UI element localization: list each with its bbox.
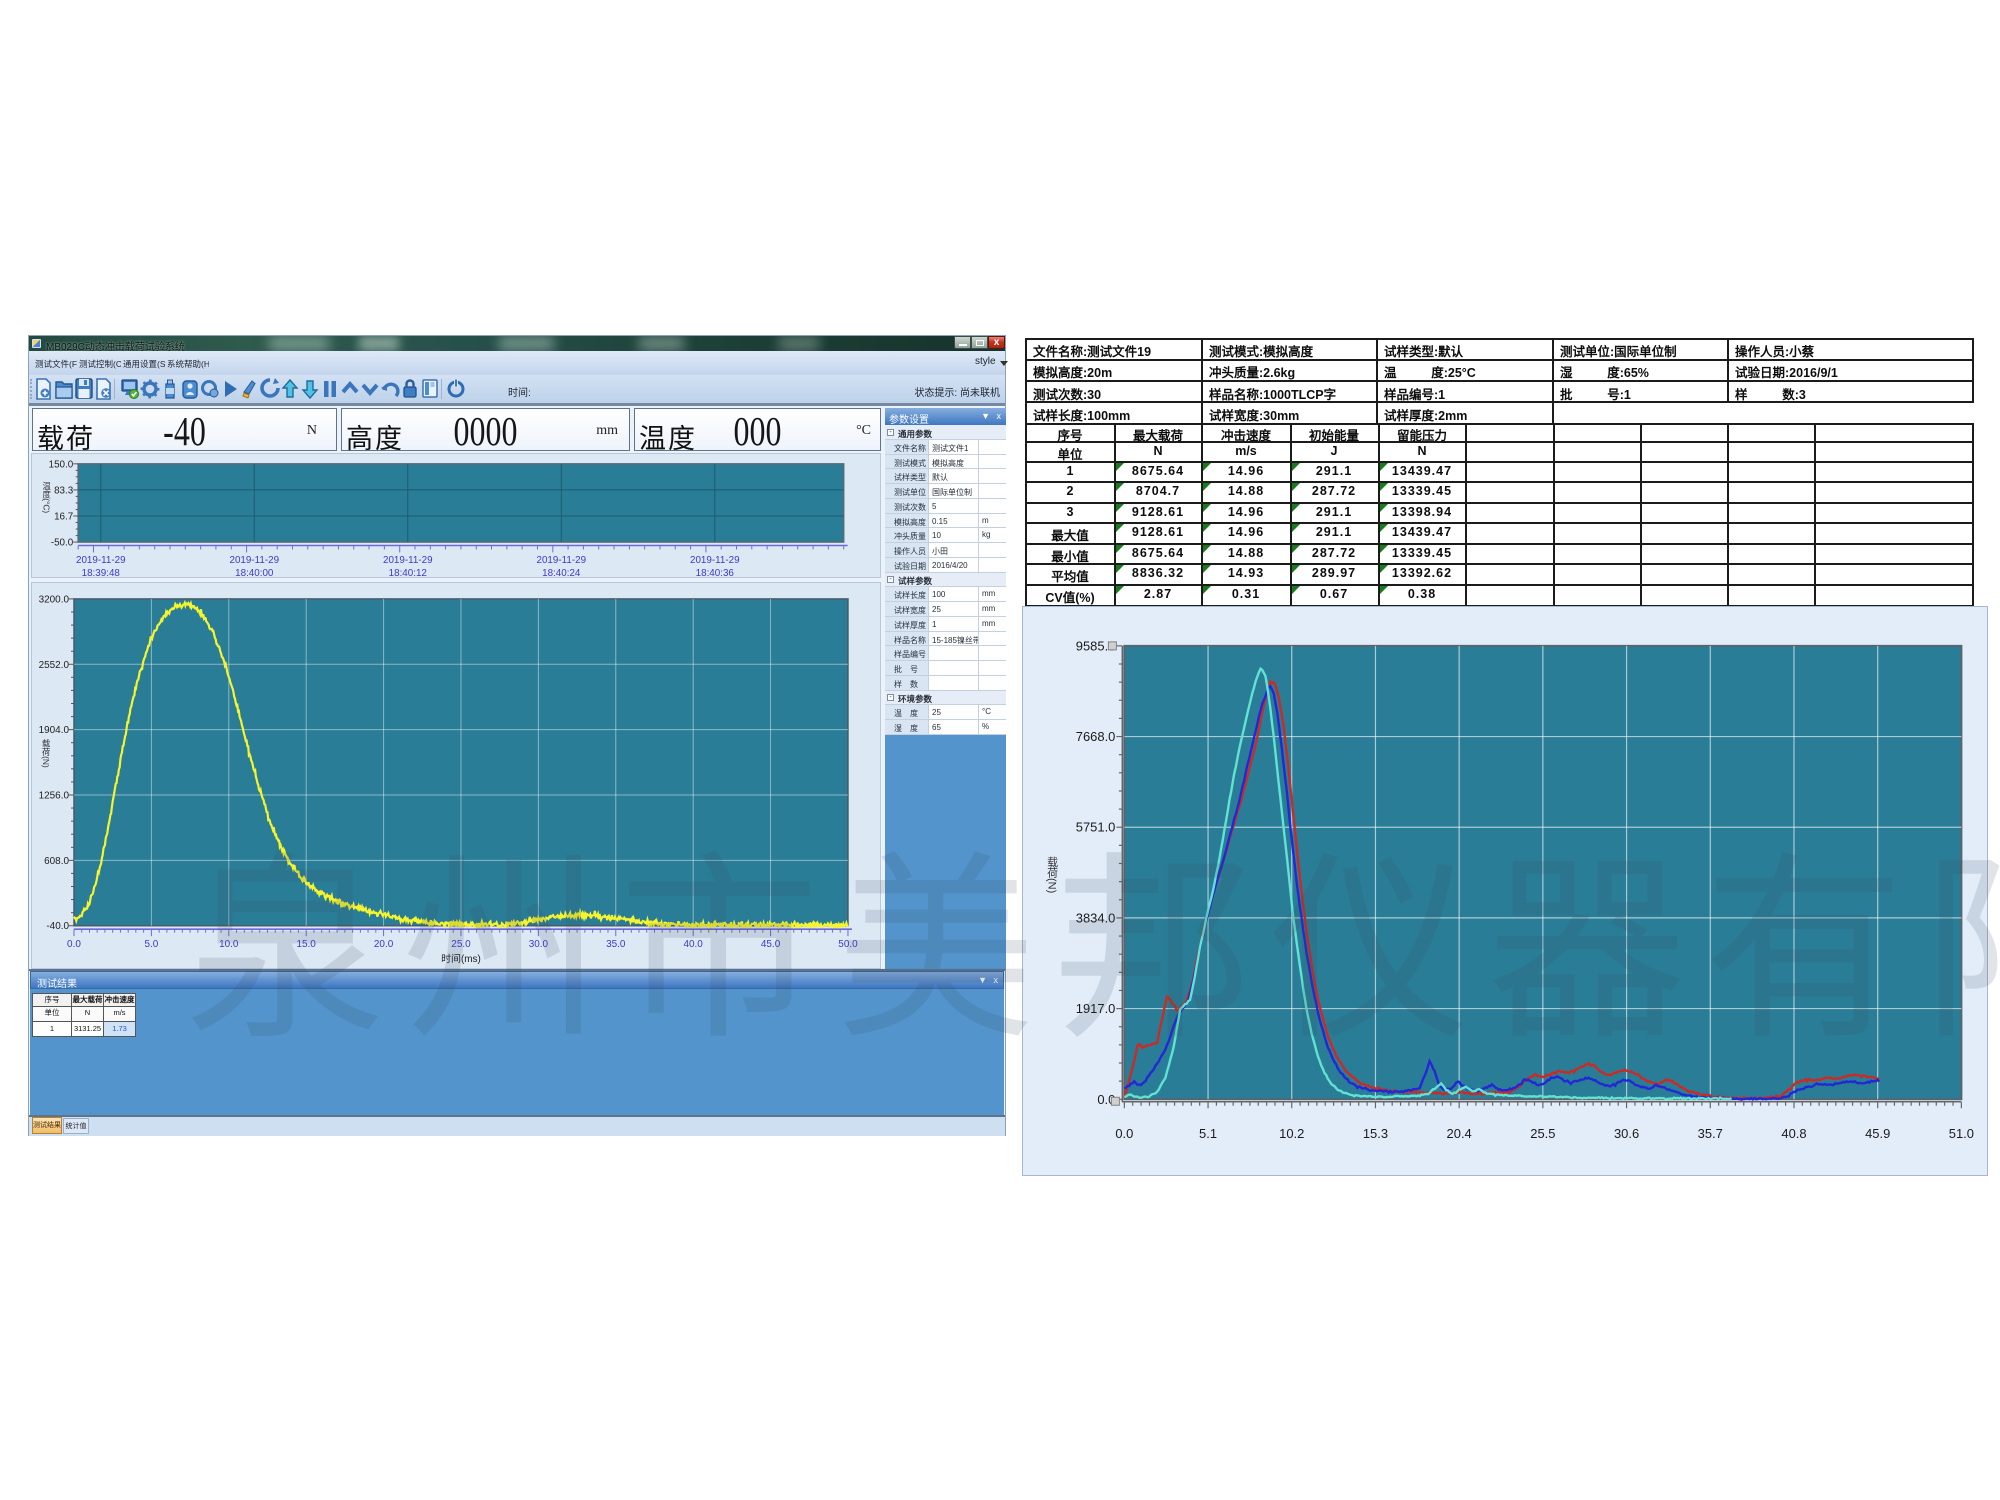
svg-text:-40.0: -40.0: [46, 921, 69, 932]
svg-text:7668.0: 7668.0: [1076, 729, 1116, 744]
svg-text:1256.0: 1256.0: [39, 790, 70, 801]
svg-text:25.5: 25.5: [1530, 1126, 1555, 1141]
svg-text:-50.0: -50.0: [51, 538, 74, 549]
svg-text:18:39:48: 18:39:48: [82, 568, 121, 578]
svg-text:载荷(N): 载荷(N): [41, 739, 51, 768]
svg-text:30.6: 30.6: [1614, 1126, 1639, 1141]
svg-text:83.3: 83.3: [54, 485, 74, 496]
svg-text:5.0: 5.0: [144, 939, 158, 950]
svg-text:40.8: 40.8: [1781, 1126, 1806, 1141]
svg-text:2019-11-29: 2019-11-29: [383, 555, 433, 566]
svg-text:35.7: 35.7: [1698, 1126, 1723, 1141]
svg-text:45.9: 45.9: [1865, 1126, 1890, 1141]
svg-text:608.0: 608.0: [44, 856, 69, 867]
svg-text:18:40:12: 18:40:12: [389, 568, 427, 578]
svg-text:16.7: 16.7: [54, 511, 73, 522]
svg-text:2019-11-29: 2019-11-29: [537, 555, 587, 566]
svg-text:0.0: 0.0: [1115, 1126, 1133, 1141]
svg-text:15.3: 15.3: [1363, 1126, 1388, 1141]
svg-text:10.2: 10.2: [1279, 1126, 1304, 1141]
svg-text:5.1: 5.1: [1199, 1126, 1217, 1141]
svg-text:2019-11-29: 2019-11-29: [690, 555, 740, 566]
svg-text:51.0: 51.0: [1949, 1126, 1974, 1141]
svg-text:18:40:00: 18:40:00: [235, 568, 274, 578]
svg-text:2019-11-29: 2019-11-29: [230, 555, 280, 566]
svg-text:2019-11-29: 2019-11-29: [76, 555, 126, 566]
svg-text:3200.0: 3200.0: [39, 594, 70, 605]
svg-text:2552.0: 2552.0: [39, 660, 70, 671]
svg-text:150.0: 150.0: [49, 459, 74, 470]
svg-text:温度(°C): 温度(°C): [42, 481, 52, 514]
svg-text:18:40:24: 18:40:24: [542, 568, 581, 578]
svg-text:18:40:36: 18:40:36: [696, 568, 735, 578]
svg-text:0.0: 0.0: [67, 939, 81, 950]
svg-text:1904.0: 1904.0: [39, 725, 70, 736]
svg-text:20.4: 20.4: [1447, 1126, 1472, 1141]
